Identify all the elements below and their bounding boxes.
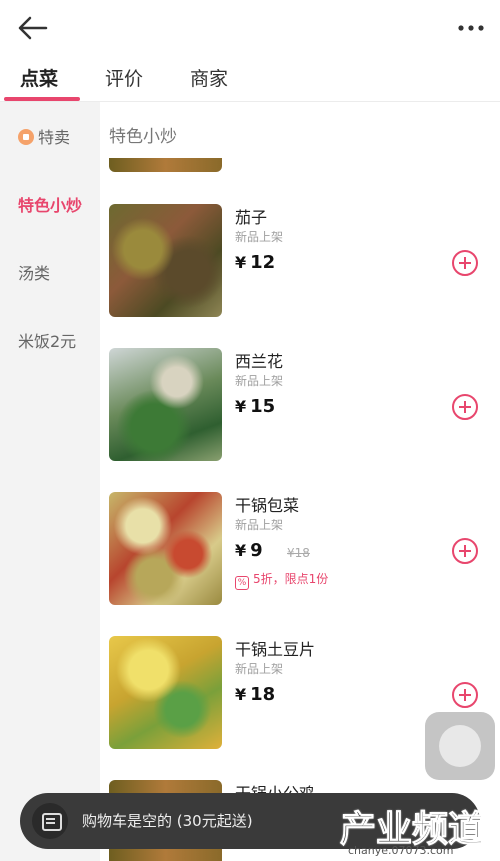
sidebar-item-label: 汤类	[18, 264, 51, 283]
original-price: ¥18	[287, 546, 310, 560]
cart-status-text: 购物车是空的 (30元起送)	[82, 812, 253, 830]
dish-tag: 新品上架	[235, 662, 284, 676]
sidebar-item-label: 特色小炒	[18, 196, 83, 215]
tab-bar: 点菜 评价 商家	[0, 54, 500, 102]
section-title: 特色小炒	[109, 127, 177, 147]
sidebar-item-rice[interactable]: 米饭2元	[0, 328, 100, 352]
dish-item[interactable]: 西兰花 新品上架 ¥15	[100, 348, 500, 468]
dish-image[interactable]	[109, 204, 222, 317]
dish-tag: 新品上架	[235, 518, 284, 532]
sidebar-item-featured-stirfry[interactable]: 特色小炒	[0, 192, 100, 216]
dish-tag: 新品上架	[235, 230, 284, 244]
discount-icon: %	[235, 576, 249, 590]
dish-tag: 新品上架	[235, 374, 284, 388]
floating-assistive-button[interactable]	[425, 712, 495, 780]
dish-image[interactable]	[109, 492, 222, 605]
dish-name: 西兰花	[235, 352, 284, 371]
dish-image[interactable]	[109, 348, 222, 461]
discount-badge-icon	[18, 129, 34, 145]
add-to-cart-button[interactable]	[452, 538, 478, 564]
arrow-left-icon[interactable]	[16, 14, 48, 42]
dish-price: ¥18	[235, 684, 276, 705]
watermark: 产业频道 chanye.07073.com	[339, 800, 500, 861]
sidebar-item-label: 特卖	[38, 128, 71, 147]
dish-name: 干锅包菜	[235, 496, 300, 515]
promo-label: % 5折，限点1份	[235, 570, 328, 590]
sidebar-item-label: 米饭2元	[18, 332, 77, 351]
dish-price: ¥15	[235, 396, 276, 417]
tab-merchant[interactable]: 商家	[190, 64, 228, 91]
tab-reviews[interactable]: 评价	[105, 64, 143, 91]
store-title	[150, 16, 350, 38]
tab-order[interactable]: 点菜	[20, 64, 58, 91]
dish-item[interactable]: 干锅包菜 新品上架 ¥9 ¥18 % 5折，限点1份	[100, 492, 500, 612]
tab-active-indicator	[4, 97, 80, 101]
add-to-cart-button[interactable]	[452, 394, 478, 420]
dish-name: 茄子	[235, 208, 268, 227]
dish-item[interactable]: 茄子 新品上架 ¥12	[100, 204, 500, 324]
cart-icon[interactable]	[32, 803, 68, 839]
sidebar-item-soup[interactable]: 汤类	[0, 260, 100, 284]
dish-price: ¥9	[235, 540, 263, 561]
dish-image-partial	[109, 158, 222, 172]
sidebar-item-special-sale[interactable]: 特卖	[0, 124, 100, 148]
dish-price: ¥12	[235, 252, 276, 273]
category-sidebar: 特卖 特色小炒 汤类 米饭2元	[0, 102, 100, 861]
top-bar	[0, 0, 500, 54]
add-to-cart-button[interactable]	[452, 250, 478, 276]
watermark-url: chanye.07073.com	[348, 844, 454, 857]
dish-image[interactable]	[109, 636, 222, 749]
add-to-cart-button[interactable]	[452, 682, 478, 708]
dish-name: 干锅土豆片	[235, 640, 316, 659]
more-dots-icon[interactable]	[456, 18, 486, 38]
